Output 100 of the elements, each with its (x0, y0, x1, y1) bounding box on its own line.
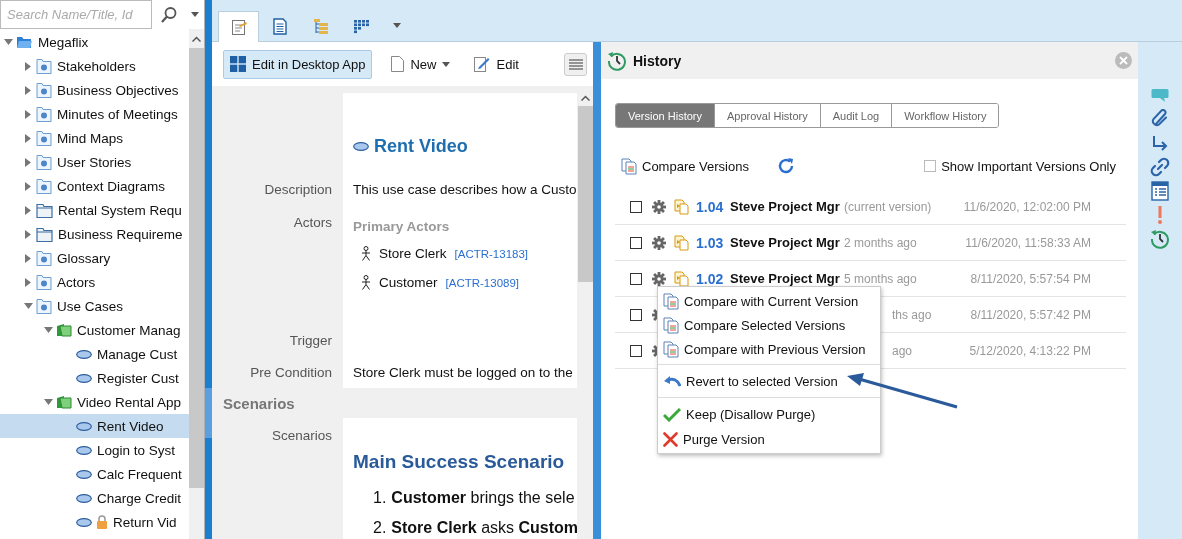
collapsed-arrow-icon[interactable] (25, 205, 31, 215)
collapsed-arrow-icon[interactable] (25, 253, 31, 263)
pencil-document-icon (474, 56, 491, 72)
scrollbar[interactable] (189, 29, 204, 539)
collapsed-arrow-icon[interactable] (25, 85, 31, 95)
desktop-app-button[interactable]: Edit in Desktop App (223, 49, 373, 79)
gear-icon[interactable] (652, 271, 666, 286)
checkbox[interactable] (924, 160, 937, 172)
expanded-arrow-icon[interactable] (3, 39, 13, 45)
field-label: Trigger (289, 333, 332, 348)
collapsed-arrow-icon[interactable] (25, 157, 31, 167)
version-link[interactable]: 1.02 (696, 270, 730, 287)
tree-item[interactable]: Customer Manag (0, 318, 189, 342)
tree-label: Business Objectives (57, 82, 179, 98)
menu-item[interactable]: Compare Selected Versions (658, 313, 880, 337)
use-case-icon (76, 469, 92, 479)
version-link[interactable]: 1.03 (696, 234, 730, 251)
version-link[interactable]: 1.04 (696, 198, 730, 215)
collapsed-arrow-icon[interactable] (25, 229, 31, 239)
search-field[interactable]: Search Name/Title, Id (0, 0, 152, 29)
tree-item[interactable]: Charge Credit (0, 486, 189, 510)
folder-icon (36, 178, 52, 194)
actor-link[interactable]: [ACTR-13183] (454, 247, 529, 260)
tree-item[interactable]: Rent Video (0, 414, 189, 438)
menu-item[interactable]: Compare with Current Version (658, 289, 880, 313)
collapsed-arrow-icon[interactable] (25, 61, 31, 71)
tree-item[interactable]: Megaflix (0, 30, 189, 54)
history-icon[interactable] (1150, 229, 1170, 249)
scroll-up-icon[interactable] (581, 95, 590, 101)
history-tab[interactable]: Version History (616, 104, 714, 127)
windows-icon (230, 56, 246, 72)
collapsed-arrow-icon[interactable] (25, 277, 31, 287)
view-tab[interactable] (218, 11, 259, 42)
tree-label: Customer Manag (77, 322, 181, 338)
tree-item[interactable]: Actors (0, 270, 189, 294)
field-label: Description (264, 182, 332, 197)
version-date: 11/6/2020, 11:58:33 AM (965, 235, 1091, 250)
tree-label: Charge Credit (97, 490, 182, 506)
menu-item[interactable]: Purge Version (658, 427, 880, 451)
field-label: Scenarios (271, 428, 332, 443)
collapsed-arrow-icon[interactable] (25, 133, 31, 143)
expanded-arrow-icon[interactable] (43, 399, 53, 405)
turn-arrow-icon[interactable] (1151, 135, 1169, 151)
tree-item[interactable]: Mind Maps (0, 126, 189, 150)
tree-item[interactable]: Video Rental App (0, 390, 189, 414)
tree-item[interactable]: Calc Frequent (0, 462, 189, 486)
grid-icon (353, 19, 370, 34)
row-checkbox[interactable] (630, 236, 642, 249)
cross-icon (663, 431, 678, 447)
version-date: 8/11/2020, 5:57:54 PM (970, 271, 1091, 286)
edit-button[interactable]: Edit (465, 49, 528, 79)
row-checkbox[interactable] (630, 308, 642, 321)
folder-icon (36, 106, 52, 122)
checkmark-icon (663, 406, 681, 422)
table-icon[interactable] (1151, 181, 1169, 201)
tree-item[interactable]: Context Diagrams (0, 174, 189, 198)
gear-icon[interactable] (652, 235, 666, 250)
tree-item[interactable]: Stakeholders (0, 54, 189, 78)
tree-item[interactable]: Use Cases (0, 294, 189, 318)
use-case-icon (76, 373, 92, 383)
refresh-icon (776, 157, 795, 175)
tree-item[interactable]: Register Cust (0, 366, 189, 390)
use-case-icon (76, 517, 92, 527)
expanded-arrow-icon[interactable] (43, 327, 53, 333)
notepad-icon (230, 18, 247, 36)
tree-item[interactable]: Business Objectives (0, 78, 189, 102)
history-tab[interactable]: Workflow History (891, 104, 999, 127)
scroll-up-icon[interactable] (192, 36, 201, 42)
paperclip-icon[interactable] (1151, 109, 1169, 129)
step-text: Customer brings the sele (391, 489, 575, 507)
tree-item[interactable]: Manage Cust (0, 342, 189, 366)
refresh-button[interactable] (776, 157, 795, 175)
row-checkbox[interactable] (630, 344, 642, 357)
tree-item[interactable]: User Stories (0, 150, 189, 174)
tree-item[interactable]: Business Requireme (0, 222, 189, 246)
compare-versions-button[interactable]: Compare Versions (621, 157, 749, 175)
row-checkbox[interactable] (630, 272, 642, 285)
collapse-handle[interactable] (205, 388, 212, 438)
tree-item[interactable]: Return Vid (0, 510, 189, 534)
collapsed-arrow-icon[interactable] (25, 109, 31, 119)
tree-label: Rental System Requ (58, 202, 182, 218)
tree-item[interactable]: Login to Syst (0, 438, 189, 462)
new-button[interactable]: New (382, 49, 460, 79)
relative-time: 2 months ago (844, 235, 917, 250)
actor-link[interactable]: [ACTR-13089] (445, 276, 520, 289)
tree-label: Return Vid (113, 514, 177, 530)
collapsed-arrow-icon[interactable] (25, 181, 31, 191)
tree-item[interactable]: Glossary (0, 246, 189, 270)
use-case-icon (76, 349, 92, 359)
search-icon (160, 5, 178, 24)
row-checkbox[interactable] (630, 200, 642, 213)
menu-button[interactable] (564, 52, 587, 76)
tree-item[interactable]: Rental System Requ (0, 198, 189, 222)
menu-item[interactable]: Keep (Disallow Purge) (658, 397, 880, 427)
link-icon[interactable] (1150, 157, 1170, 177)
gear-icon[interactable] (652, 199, 666, 214)
tree-item[interactable]: Minutes of Meetings (0, 102, 189, 126)
expanded-arrow-icon[interactable] (23, 303, 33, 309)
tree-label: Login to Syst (97, 442, 176, 458)
menu-item[interactable]: Compare with Previous Version (658, 337, 880, 361)
